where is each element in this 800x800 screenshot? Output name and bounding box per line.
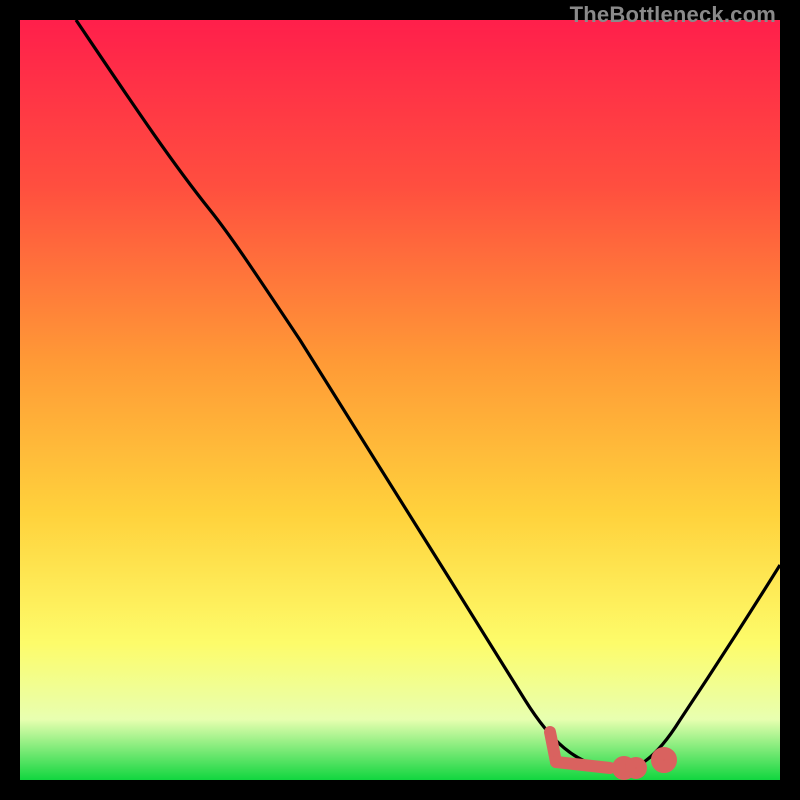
gradient-background	[20, 20, 780, 780]
bottleneck-chart	[20, 20, 780, 780]
watermark-text: TheBottleneck.com	[570, 2, 776, 28]
chart-frame	[20, 20, 780, 780]
